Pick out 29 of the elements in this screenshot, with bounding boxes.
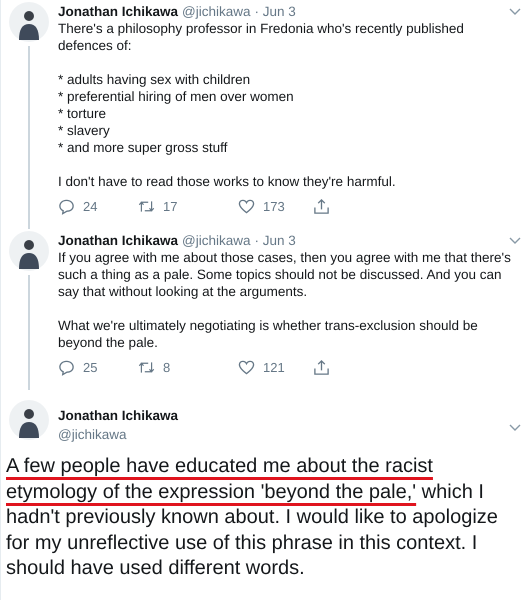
tweet-text: If you agree with me about those cases, then you agree with me that there's such a thing as a pale. Some topics should not be discussed. And you can say that without looking at the arguments. What we're ultimately negotiating is whether trans-exclusion should be beyond the pale. xyxy=(58,249,512,351)
author-name[interactable]: Jonathan Ichikawa xyxy=(58,4,178,19)
tweet-date[interactable]: · Jun 3 xyxy=(254,233,296,248)
author-name[interactable]: Jonathan Ichikawa xyxy=(58,408,178,423)
reply-icon[interactable] xyxy=(58,359,75,376)
share-icon[interactable] xyxy=(313,198,330,215)
chevron-down-icon[interactable] xyxy=(509,424,521,432)
author-handle[interactable]: @jichikawa xyxy=(182,4,251,19)
reply-count: 25 xyxy=(83,360,98,375)
avatar[interactable] xyxy=(9,231,49,271)
avatar[interactable] xyxy=(9,2,49,42)
reply-icon[interactable] xyxy=(58,198,75,215)
author-handle[interactable]: @jichikawa xyxy=(182,233,251,248)
tweet-text: A few people have educated me about the racist etymology of the expression 'beyond the pale,' which I hadn't previously known about. I would like to apologize for my unreflective use of this phrase in this context. I should have used different words. xyxy=(6,454,499,581)
author-handle[interactable]: @jichikawa xyxy=(58,427,178,442)
heart-icon[interactable] xyxy=(238,198,255,215)
like-count: 121 xyxy=(263,360,285,375)
tweet-text: There's a philosophy professor in Fredonia who's recently published defences of: * adults having sex with children * preferential hiring of men over women * torture * slavery * and more super gross stuff I don't have to read those works to know they're harmful. xyxy=(58,20,465,190)
chevron-down-icon[interactable] xyxy=(509,236,521,244)
reply-count: 24 xyxy=(83,199,98,214)
avatar[interactable] xyxy=(9,400,49,440)
retweet-count: 8 xyxy=(163,360,170,375)
like-count: 173 xyxy=(263,199,285,214)
retweet-count: 17 xyxy=(163,199,178,214)
tweet-date[interactable]: · Jun 3 xyxy=(254,4,296,19)
heart-icon[interactable] xyxy=(238,359,255,376)
author-name[interactable]: Jonathan Ichikawa xyxy=(58,233,178,248)
chevron-down-icon[interactable] xyxy=(509,8,521,16)
share-icon[interactable] xyxy=(313,359,330,376)
